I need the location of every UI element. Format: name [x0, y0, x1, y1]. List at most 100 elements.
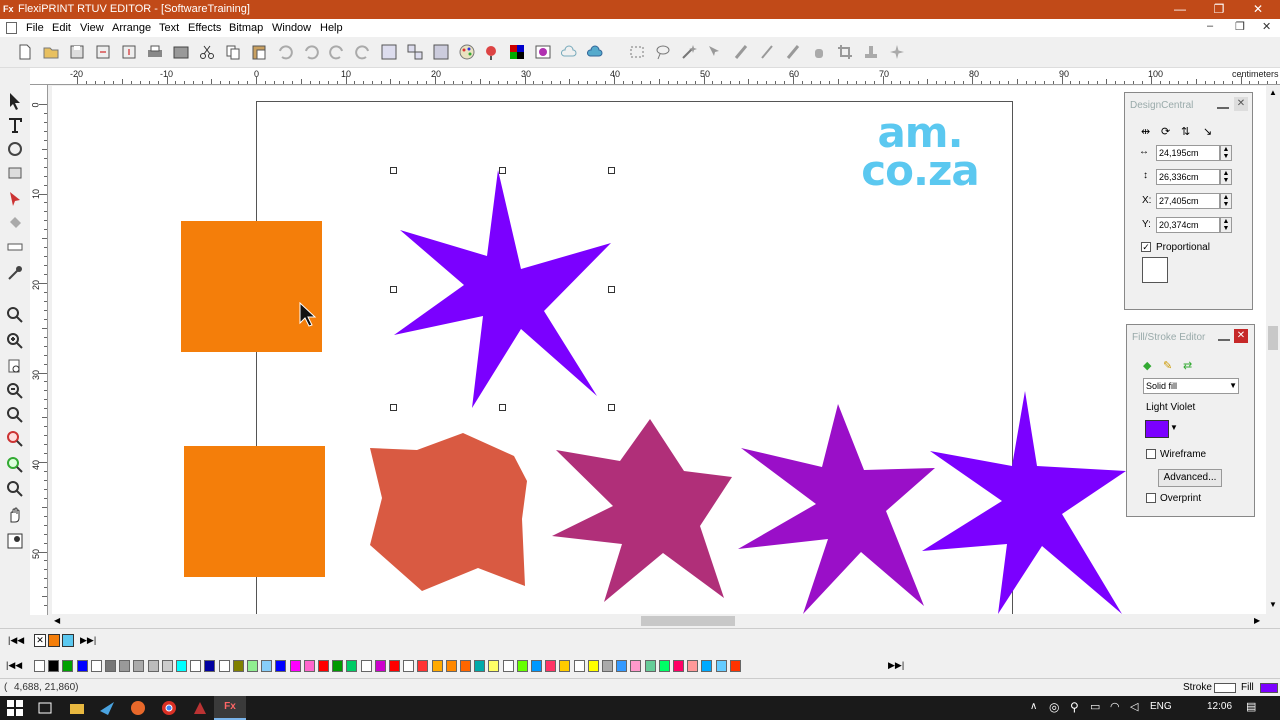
document-icon[interactable]	[6, 22, 17, 34]
vertical-scrollbar[interactable]: ▲ ▼	[1266, 86, 1280, 614]
zoom-all-icon[interactable]	[5, 405, 25, 425]
print-icon[interactable]	[146, 43, 164, 61]
palette-swatch[interactable]	[502, 660, 514, 672]
palette-swatch[interactable]	[417, 660, 429, 672]
proportional-checkbox[interactable]: ✓	[1141, 242, 1151, 252]
transform-icon[interactable]	[706, 43, 724, 61]
palette-swatch[interactable]	[261, 660, 273, 672]
y-position-field[interactable]: 20,374cm	[1156, 217, 1220, 233]
selection-handle[interactable]	[499, 167, 506, 174]
menu-effects[interactable]: Effects	[188, 22, 221, 34]
marquee-select-icon[interactable]	[628, 43, 646, 61]
palette-next-icon[interactable]: ▶▶|	[888, 660, 904, 671]
coral-shape[interactable]	[370, 433, 527, 591]
cyan-swatch[interactable]	[62, 634, 74, 647]
language-indicator[interactable]: ENG	[1150, 701, 1172, 712]
palette-swatch[interactable]	[374, 660, 386, 672]
palette-swatch[interactable]	[531, 660, 542, 672]
palette-swatch[interactable]	[275, 660, 287, 672]
stamp-icon[interactable]	[862, 43, 880, 61]
crop-icon[interactable]	[836, 43, 854, 61]
advanced-button[interactable]: Advanced...	[1158, 469, 1222, 487]
palette-swatch[interactable]	[48, 660, 60, 672]
palette-swatch[interactable]	[218, 660, 230, 672]
rotate-icon[interactable]: ⟳	[1161, 125, 1170, 138]
orange-swatch[interactable]	[48, 634, 60, 647]
swap-icon[interactable]: ⇄	[1183, 359, 1192, 372]
palette-swatch[interactable]	[701, 660, 713, 672]
first-palette-icon[interactable]: |◀◀	[8, 635, 24, 646]
scroll-up-icon[interactable]: ▲	[1269, 88, 1277, 97]
skew-icon[interactable]: ↘	[1203, 125, 1212, 138]
selection-handle[interactable]	[499, 404, 506, 411]
save-icon[interactable]	[68, 43, 86, 61]
minimize-button[interactable]: —	[1160, 0, 1200, 19]
fill-indicator[interactable]	[1260, 683, 1278, 693]
palette-swatch[interactable]	[445, 660, 457, 672]
reference-point-icon[interactable]	[1142, 257, 1168, 283]
palette-swatch[interactable]	[559, 660, 571, 672]
palette-swatch[interactable]	[360, 660, 372, 672]
color-tool-icon[interactable]	[5, 531, 25, 551]
panel-minimize-button[interactable]	[1217, 99, 1229, 109]
palette-swatch[interactable]	[204, 660, 216, 672]
copy-icon[interactable]	[224, 43, 242, 61]
y-spinner[interactable]: ▲ ▼	[1220, 217, 1232, 233]
palette-swatch[interactable]	[289, 660, 301, 672]
layout-icon[interactable]	[432, 43, 450, 61]
pan-hand-icon[interactable]	[5, 505, 25, 525]
palette-swatch[interactable]	[332, 660, 344, 672]
horizontal-scroll-thumb[interactable]	[641, 616, 735, 626]
panel-close-button[interactable]: ✕	[1234, 329, 1248, 343]
scroll-down-icon[interactable]: ▼	[1269, 600, 1277, 609]
palette-swatch[interactable]	[105, 660, 116, 672]
firefox-icon[interactable]	[129, 699, 147, 717]
palette-swatch[interactable]	[431, 660, 443, 672]
palette-swatch[interactable]	[488, 660, 500, 672]
text-tool-icon[interactable]	[5, 115, 25, 135]
chrome-icon[interactable]	[160, 699, 178, 717]
palette-swatch[interactable]	[34, 660, 45, 672]
rip-print-icon[interactable]	[172, 43, 190, 61]
menu-text[interactable]: Text	[159, 22, 179, 34]
wireframe-checkbox[interactable]	[1146, 449, 1156, 459]
palette-swatch[interactable]	[729, 660, 741, 672]
palette-swatch[interactable]	[602, 660, 613, 672]
volume-icon[interactable]: ◁	[1130, 700, 1138, 713]
edge-browser-icon[interactable]	[98, 699, 116, 717]
palette-swatch[interactable]	[516, 660, 528, 672]
hand-icon[interactable]	[810, 43, 828, 61]
palette-swatch[interactable]	[147, 660, 159, 672]
fill-color-swatch[interactable]	[1145, 420, 1169, 438]
selection-handle[interactable]	[608, 167, 615, 174]
palette-swatch[interactable]	[90, 660, 102, 672]
last-palette-icon[interactable]: ▶▶|	[80, 635, 96, 646]
selection-handle[interactable]	[608, 404, 615, 411]
ungroup-icon[interactable]	[406, 43, 424, 61]
height-spinner[interactable]: ▲ ▼	[1220, 169, 1232, 185]
paste-icon[interactable]	[250, 43, 268, 61]
task-view-icon[interactable]	[36, 699, 54, 717]
menu-view[interactable]: View	[80, 22, 104, 34]
palette-swatch[interactable]	[318, 660, 329, 672]
close-button[interactable]: ✕	[1238, 0, 1278, 19]
tray-sync-icon[interactable]: ◎	[1049, 700, 1059, 714]
flexi-taskbar-button[interactable]: Fx	[214, 696, 246, 720]
undo-list-icon[interactable]	[302, 43, 320, 61]
maximize-button[interactable]: ❐	[1199, 0, 1239, 19]
sparkle-icon[interactable]	[888, 43, 906, 61]
mdi-close-button[interactable]: ✕	[1262, 20, 1271, 33]
windows-start-icon[interactable]	[6, 699, 24, 717]
app-icon-red[interactable]	[191, 699, 209, 717]
microphone-icon[interactable]: ⚲	[1070, 700, 1079, 714]
redo-list-icon[interactable]	[354, 43, 372, 61]
width-spinner[interactable]: ▲ ▼	[1220, 145, 1232, 161]
palette-swatch[interactable]	[715, 660, 727, 672]
menu-help[interactable]: Help	[320, 22, 343, 34]
move-icon[interactable]: ⇹	[1141, 125, 1150, 138]
menu-edit[interactable]: Edit	[52, 22, 71, 34]
panel-close-button[interactable]: ✕	[1234, 97, 1248, 111]
palette-swatch[interactable]	[474, 660, 486, 672]
width-field[interactable]: 24,195cm	[1156, 145, 1220, 161]
node-edit-tool-icon[interactable]	[5, 189, 25, 209]
